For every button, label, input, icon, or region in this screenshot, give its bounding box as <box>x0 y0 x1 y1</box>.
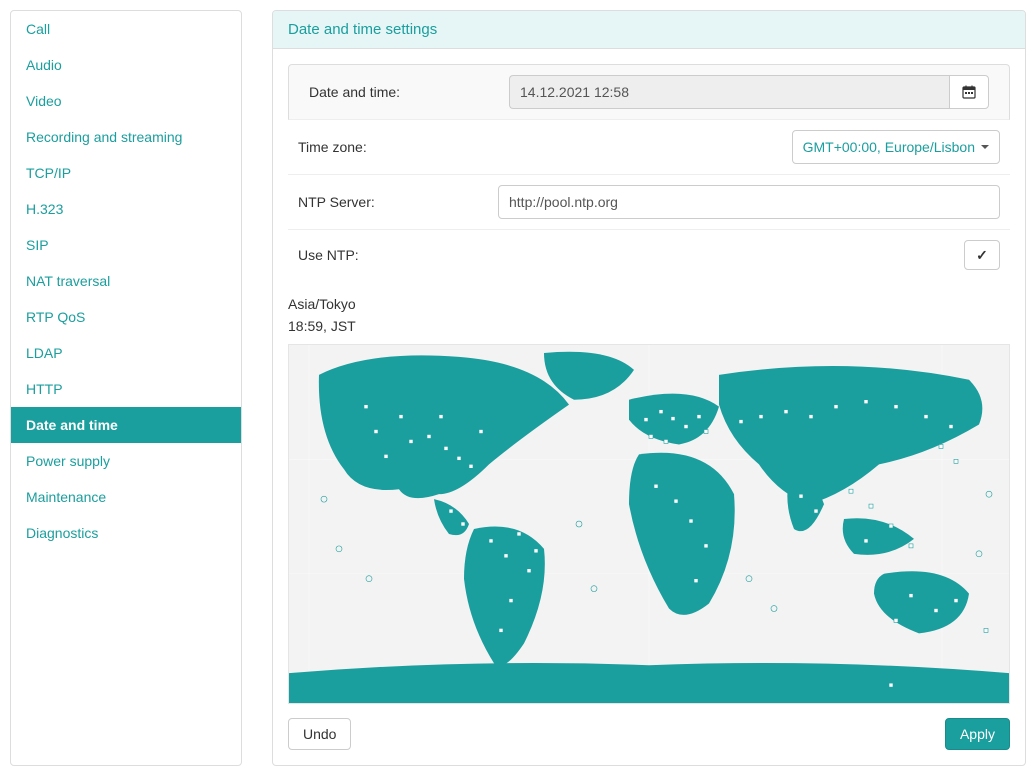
ntp-server-input[interactable] <box>498 185 1000 219</box>
sidebar-item-power[interactable]: Power supply <box>11 443 241 479</box>
calendar-icon <box>962 85 976 99</box>
sidebar-item-audio[interactable]: Audio <box>11 47 241 83</box>
world-map-svg <box>289 345 1009 703</box>
sidebar-item-tcpip[interactable]: TCP/IP <box>11 155 241 191</box>
panel-title: Date and time settings <box>273 11 1025 49</box>
timezone-dropdown[interactable]: GMT+00:00, Europe/Lisbon <box>792 130 1000 164</box>
timezone-map[interactable] <box>288 344 1010 704</box>
sidebar-item-nat[interactable]: NAT traversal <box>11 263 241 299</box>
sidebar-item-recording[interactable]: Recording and streaming <box>11 119 241 155</box>
sidebar-item-call[interactable]: Call <box>11 11 241 47</box>
settings-panel: Date and time settings Date and time: <box>272 10 1026 766</box>
sidebar-item-sip[interactable]: SIP <box>11 227 241 263</box>
sidebar-item-diagnostics[interactable]: Diagnostics <box>11 515 241 551</box>
timezone-label: Time zone: <box>288 139 498 155</box>
ntp-server-label: NTP Server: <box>288 194 498 210</box>
apply-button[interactable]: Apply <box>945 718 1010 750</box>
sidebar-item-http[interactable]: HTTP <box>11 371 241 407</box>
undo-button[interactable]: Undo <box>288 718 351 750</box>
sidebar-item-ldap[interactable]: LDAP <box>11 335 241 371</box>
datetime-input[interactable] <box>509 75 949 109</box>
check-icon: ✓ <box>976 247 988 264</box>
sidebar-item-maintenance[interactable]: Maintenance <box>11 479 241 515</box>
sidebar-item-h323[interactable]: H.323 <box>11 191 241 227</box>
use-ntp-label: Use NTP: <box>288 247 498 263</box>
chevron-down-icon <box>981 145 989 149</box>
timezone-selected: GMT+00:00, Europe/Lisbon <box>803 139 975 155</box>
datetime-label: Date and time: <box>299 84 509 100</box>
calendar-button[interactable] <box>949 75 989 109</box>
sidebar-item-rtpqos[interactable]: RTP QoS <box>11 299 241 335</box>
settings-sidebar: Call Audio Video Recording and streaming… <box>10 10 242 766</box>
map-hover-info: Asia/Tokyo 18:59, JST <box>288 280 1010 344</box>
sidebar-item-date-time[interactable]: Date and time <box>11 407 241 443</box>
sidebar-item-video[interactable]: Video <box>11 83 241 119</box>
map-hover-time: 18:59, JST <box>288 318 1010 334</box>
use-ntp-checkbox[interactable]: ✓ <box>964 240 1000 270</box>
map-hover-zone: Asia/Tokyo <box>288 296 1010 312</box>
